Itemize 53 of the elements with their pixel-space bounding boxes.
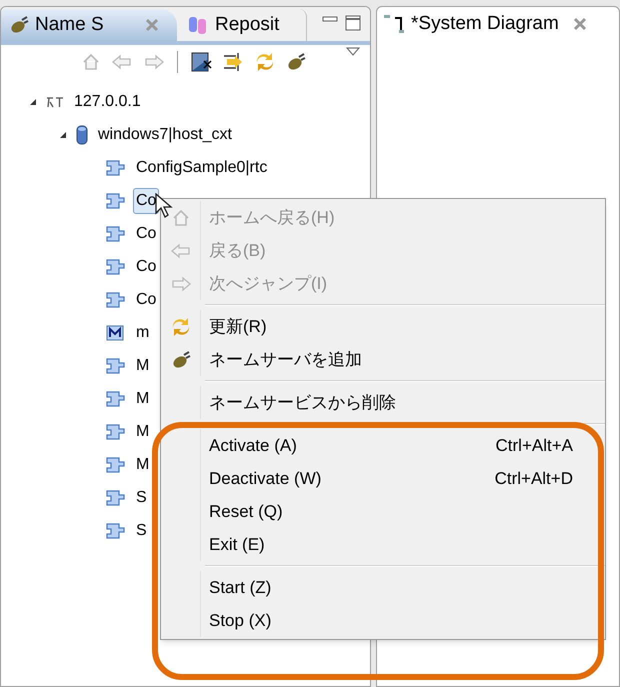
tree-item[interactable]: M <box>133 418 152 444</box>
menu-item[interactable]: Stop (X) <box>209 606 605 636</box>
plug-icon <box>9 15 29 35</box>
puzzle-icon <box>105 356 127 376</box>
view-tab[interactable]: Name S <box>1 9 177 41</box>
tree-item[interactable]: Co <box>133 220 160 246</box>
tree-item[interactable]: Co <box>133 254 160 280</box>
puzzle-icon <box>105 190 127 210</box>
expand-toggle-icon[interactable] <box>59 130 69 138</box>
tree-item[interactable]: S <box>133 518 150 544</box>
tree-item[interactable]: m <box>133 320 152 346</box>
menu-item[interactable]: ネームサーバを追加 <box>209 344 605 374</box>
puzzle-icon <box>105 290 127 310</box>
menu-item[interactable]: Reset (Q) <box>209 496 605 526</box>
tree-item[interactable]: M <box>133 352 152 378</box>
minimize-maximize-icon[interactable] <box>322 15 362 31</box>
view-tab[interactable]: *System Diagram <box>411 10 559 38</box>
cylinder-icon <box>75 124 89 146</box>
forward-arrow-icon <box>170 274 192 292</box>
menu-item[interactable]: ネームサービスから削除 <box>209 388 605 418</box>
tree-item[interactable]: ConfigSample0|rtc <box>133 154 270 180</box>
rt-icon <box>45 94 65 108</box>
puzzle-icon <box>105 158 127 178</box>
plug-icon[interactable] <box>286 52 306 72</box>
close-icon[interactable] <box>572 17 587 31</box>
view-menu-icon[interactable] <box>346 47 360 57</box>
puzzle-icon <box>105 454 127 474</box>
back-arrow-icon <box>170 242 192 260</box>
puzzle-icon <box>105 488 127 508</box>
collapse-icon[interactable] <box>190 51 212 73</box>
link-arrows-icon[interactable] <box>222 51 244 73</box>
tree-item[interactable]: 127.0.0.1 <box>71 88 144 114</box>
puzzle-icon <box>105 422 127 442</box>
tree-item[interactable]: M <box>133 386 152 412</box>
menu-item[interactable]: Deactivate (W) Ctrl+Alt+D <box>209 464 605 494</box>
tree-item[interactable]: M <box>133 452 152 478</box>
home-icon <box>170 208 190 228</box>
cursor-icon <box>155 193 175 219</box>
puzzle-icon <box>105 388 127 408</box>
menu-item[interactable]: Exit (E) <box>209 530 605 560</box>
puzzle-icon <box>105 256 127 276</box>
plug-icon <box>170 350 190 370</box>
expand-toggle-icon[interactable] <box>29 98 39 106</box>
cylinders-icon <box>187 14 209 36</box>
puzzle-icon <box>105 520 127 540</box>
puzzle-icon <box>105 224 127 244</box>
menu-item[interactable]: Start (Z) <box>209 572 605 602</box>
menu-item[interactable]: Activate (A) Ctrl+Alt+A <box>209 430 605 460</box>
diagram-icon <box>383 14 405 34</box>
tree-item[interactable]: windows7|host_cxt <box>95 122 235 148</box>
tree-item[interactable]: S <box>133 484 150 510</box>
tree-item[interactable]: Co <box>133 286 160 312</box>
menu-item[interactable]: 更新(R) <box>209 312 605 342</box>
